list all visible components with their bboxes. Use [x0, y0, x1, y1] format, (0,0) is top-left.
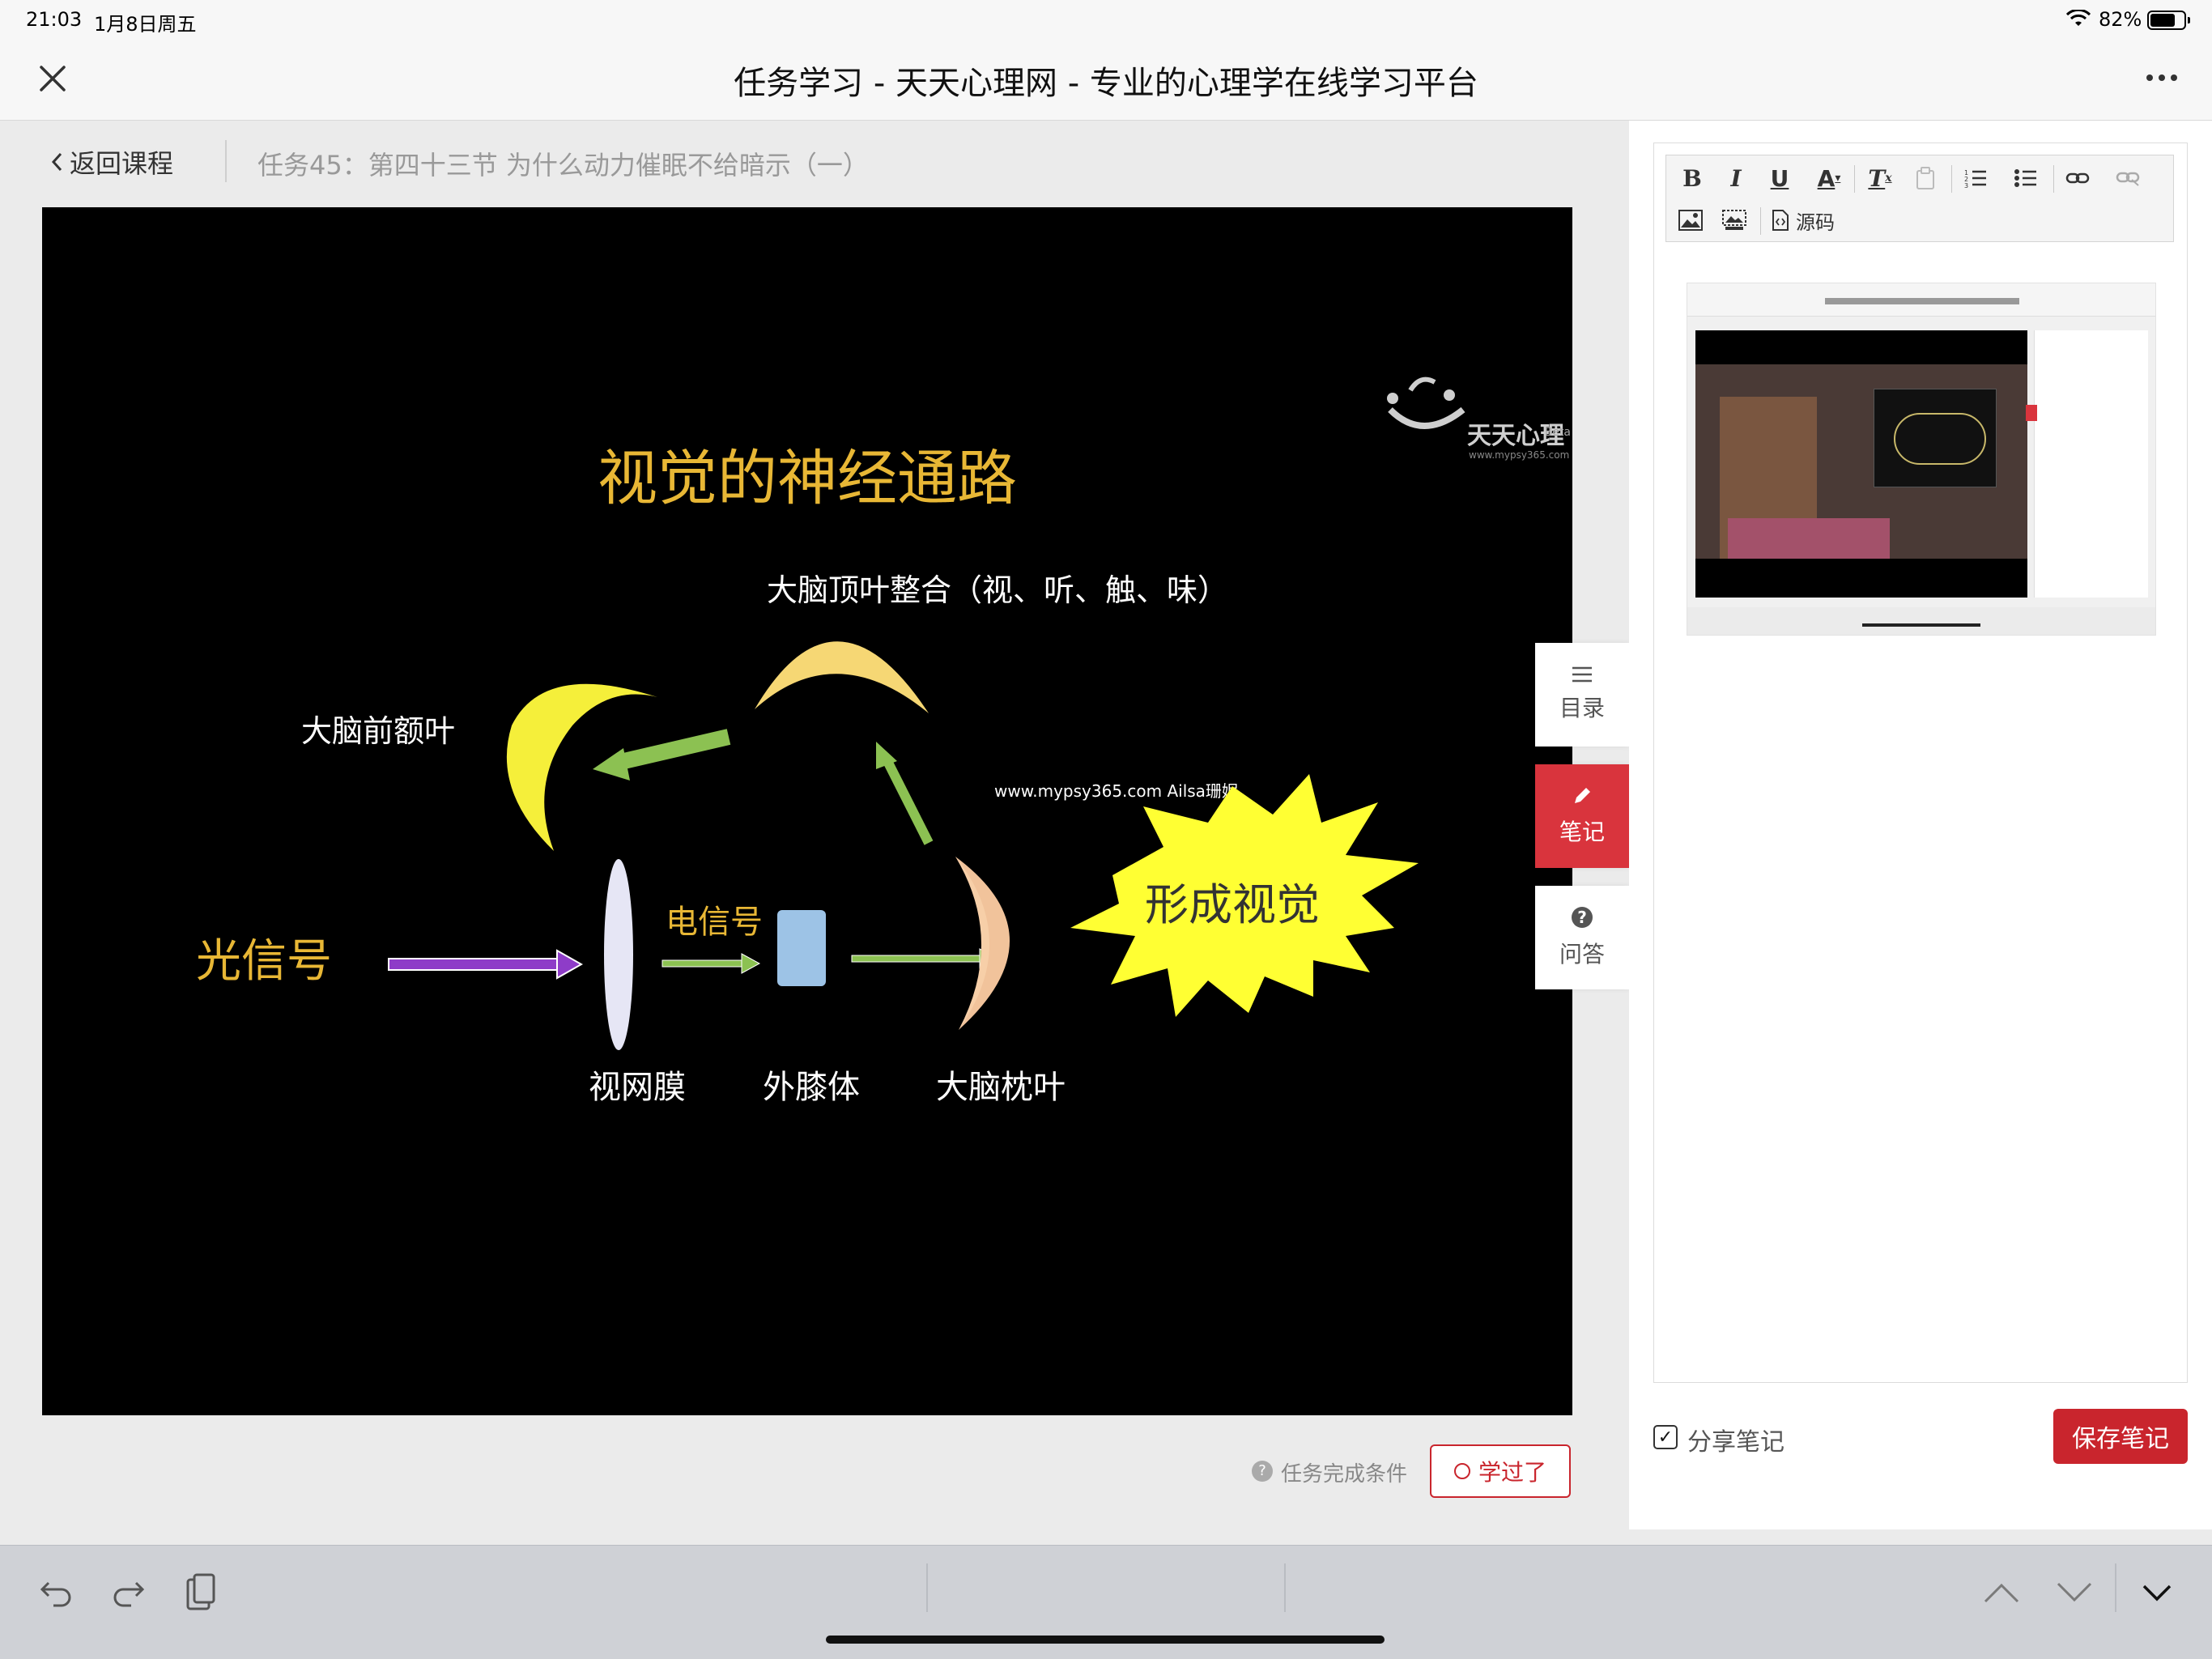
logo-beta: Beta [1545, 426, 1571, 439]
back-label: 返回课程 [70, 148, 174, 179]
status-time: 21:03 [26, 8, 83, 31]
tab-catalog-label: 目录 [1559, 695, 1605, 721]
tab-notes[interactable]: 笔记 [1535, 764, 1629, 868]
light-signal-label: 光信号 [196, 935, 332, 988]
wifi-icon [2066, 10, 2091, 26]
arrow-light-to-retina [388, 949, 584, 980]
dismiss-keyboard-icon[interactable] [2134, 1570, 2180, 1615]
undo-icon[interactable] [34, 1570, 79, 1615]
retina-shape [604, 859, 633, 1050]
tiantian-logo: 天天心理 Beta www.mypsy365.com [1387, 376, 1571, 461]
page-header: 任务学习 - 天天心理网 - 专业的心理学在线学习平台 [0, 39, 2212, 121]
breadcrumb-divider [225, 140, 227, 182]
task-condition-link[interactable]: 任务完成条件 [1281, 1457, 1407, 1487]
arrow-lgn-to-occipital [851, 948, 999, 969]
prefrontal-label: 大脑前额叶 [301, 713, 455, 749]
slide-canvas: 天天心理 Beta www.mypsy365.com 视觉的神经通路 大脑顶叶整… [196, 376, 1571, 1106]
tab-qa-label: 问答 [1559, 941, 1605, 968]
font-color-icon[interactable]: A ▾ [1809, 162, 1849, 194]
prefrontal-shape [506, 683, 657, 851]
image-icon[interactable] [1674, 204, 1707, 236]
home-indicator [826, 1636, 1385, 1644]
clipboard-icon[interactable] [178, 1570, 223, 1615]
back-to-course-link[interactable]: 返回课程 [50, 143, 173, 181]
battery-percent: 82% [2099, 8, 2142, 31]
vision-label: 形成视觉 [1145, 879, 1320, 930]
menu-icon [1572, 666, 1592, 683]
pencil-icon [1575, 788, 1590, 803]
share-note-label: 分享笔记 [1687, 1428, 1784, 1457]
breadcrumb: 返回课程 任务45：第四十三节 为什么动力催眠不给暗示（一） [0, 121, 1627, 202]
lgn-shape [777, 910, 826, 986]
tab-notes-label: 笔记 [1559, 819, 1605, 845]
unlink-icon[interactable] [2112, 162, 2144, 194]
source-code-label: 源码 [1796, 211, 1835, 234]
question-icon: ? [1252, 1461, 1273, 1482]
task-title: 任务45：第四十三节 为什么动力催眠不给暗示（一） [257, 150, 869, 181]
arrow-retina-to-lgn [661, 953, 761, 974]
link-icon[interactable] [2061, 162, 2094, 194]
redo-icon[interactable] [105, 1570, 151, 1615]
svg-text:3: 3 [1964, 182, 1968, 188]
status-bar: 21:03 1月8日周五 82% [0, 0, 2212, 39]
source-code-button[interactable]: 源码 [1772, 204, 1844, 236]
status-date: 1月8日周五 [94, 13, 197, 36]
learned-button[interactable]: 学过了 [1430, 1444, 1571, 1498]
logo-url: www.mypsy365.com [1469, 449, 1569, 461]
bold-icon[interactable]: B [1676, 162, 1708, 194]
chevron-left-icon [51, 152, 62, 172]
learned-button-label: 学过了 [1478, 1459, 1546, 1486]
parietal-label: 大脑顶叶整合（视、听、触、味） [767, 572, 1228, 608]
save-note-button[interactable]: 保存笔记 [2053, 1409, 2188, 1464]
source-code-icon [1772, 210, 1789, 231]
watermark-text: www.mypsy365.com Ailsa珊妮 [994, 781, 1238, 801]
arrow-occipital-to-parietal [876, 742, 934, 845]
lgn-label: 外膝体 [763, 1069, 860, 1106]
share-note-checkbox[interactable]: ✓ [1653, 1425, 1678, 1449]
occipital-label: 大脑枕叶 [936, 1069, 1066, 1106]
italic-icon[interactable]: I [1720, 162, 1752, 194]
tab-catalog[interactable]: 目录 [1535, 643, 1629, 747]
video-player[interactable]: 天天心理 Beta www.mypsy365.com 视觉的神经通路 大脑顶叶整… [42, 207, 1572, 1415]
slide-title: 视觉的神经通路 [598, 444, 1017, 513]
question-icon: ? [1572, 907, 1593, 928]
more-icon[interactable] [2146, 73, 2178, 83]
chevron-up-icon[interactable] [1979, 1570, 2024, 1615]
retina-label: 视网膜 [589, 1069, 686, 1106]
paste-icon[interactable] [1909, 162, 1942, 194]
arrow-parietal-to-prefrontal [593, 729, 731, 781]
battery-icon [2147, 11, 2190, 30]
bullet-list-icon[interactable] [2010, 162, 2042, 194]
ordered-list-icon[interactable]: 123 [1959, 162, 1992, 194]
svg-text:?: ? [1577, 908, 1587, 927]
circle-icon [1453, 1463, 1470, 1479]
underline-icon[interactable]: U [1763, 162, 1796, 194]
note-editor[interactable]: B I U A ▾ Tx 123 源码 [1653, 143, 2188, 1383]
tab-qa[interactable]: ? 问答 [1535, 886, 1629, 989]
chevron-down-icon[interactable] [2052, 1570, 2097, 1615]
gallery-icon[interactable] [1718, 204, 1750, 236]
clear-format-icon[interactable]: Tx [1864, 162, 1896, 194]
page-title: 任务学习 - 天天心理网 - 专业的心理学在线学习平台 [734, 65, 1478, 102]
editor-toolbar: B I U A ▾ Tx 123 源码 [1665, 155, 2174, 242]
note-screenshot-thumbnail[interactable] [1687, 283, 2156, 636]
electric-signal-label: 电信号 [666, 904, 763, 941]
parietal-lobe-shape [755, 641, 929, 713]
